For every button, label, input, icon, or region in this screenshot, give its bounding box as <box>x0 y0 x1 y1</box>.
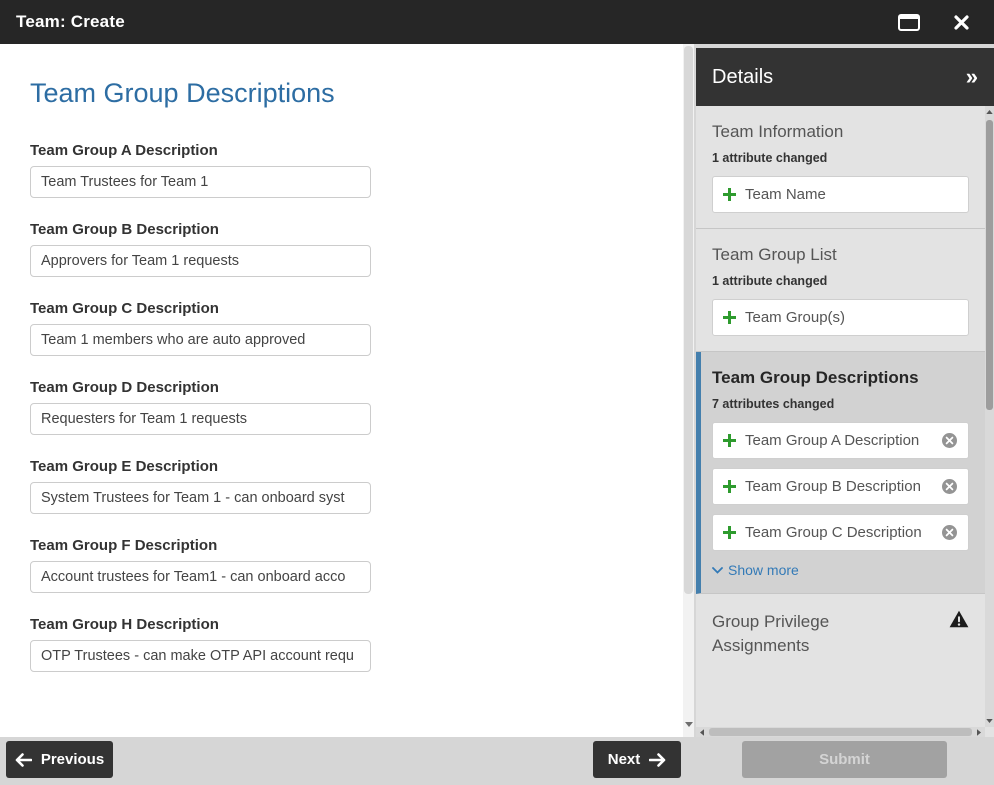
field-team-group-a: Team Group A Description <box>30 142 654 198</box>
plus-icon <box>723 526 736 539</box>
attribute-label: Team Group(s) <box>745 309 845 326</box>
footer-bar: Previous Next Submit <box>0 737 994 785</box>
details-panel: Team Information 1 attribute changed Tea… <box>696 106 994 737</box>
plus-icon <box>723 480 736 493</box>
section-team-group-descriptions: Team Group Descriptions 7 attributes cha… <box>696 352 985 594</box>
field-team-group-b: Team Group B Description <box>30 221 654 277</box>
collapse-panel-icon[interactable]: » <box>966 66 978 88</box>
attribute-chip-team-group-a-description[interactable]: Team Group A Description <box>712 422 969 459</box>
field-label-team-group-a: Team Group A Description <box>30 142 654 159</box>
attribute-label: Team Group C Description <box>745 524 922 541</box>
submit-button[interactable]: Submit <box>742 741 947 778</box>
maximize-icon <box>898 14 920 31</box>
attributes-changed-count: 1 attribute changed <box>712 151 969 165</box>
field-label-team-group-b: Team Group B Description <box>30 221 654 238</box>
details-title: Details <box>712 66 773 89</box>
plus-icon <box>723 188 736 201</box>
main-scrollbar-thumb[interactable] <box>684 46 693 594</box>
details-header: Details » <box>696 48 994 106</box>
previous-button[interactable]: Previous <box>6 741 113 778</box>
plus-icon <box>723 434 736 447</box>
window-controls <box>896 9 978 35</box>
maximize-button[interactable] <box>896 9 922 35</box>
field-label-team-group-f: Team Group F Description <box>30 537 654 554</box>
scroll-left-icon[interactable] <box>696 727 708 737</box>
field-label-team-group-e: Team Group E Description <box>30 458 654 475</box>
window-title: Team: Create <box>16 12 125 32</box>
field-team-group-d: Team Group D Description <box>30 379 654 435</box>
attributes-changed-count: 7 attributes changed <box>712 397 969 411</box>
field-label-team-group-d: Team Group D Description <box>30 379 654 396</box>
section-heading-team-group-list: Team Group List <box>712 245 969 265</box>
team-group-f-input[interactable] <box>30 561 371 593</box>
main-scrollbar[interactable] <box>683 44 694 737</box>
warning-icon <box>949 610 969 633</box>
close-button[interactable] <box>948 9 974 35</box>
section-team-information: Team Information 1 attribute changed Tea… <box>696 106 985 229</box>
details-scrollbar-thumb[interactable] <box>986 120 993 410</box>
field-team-group-c: Team Group C Description <box>30 300 654 356</box>
next-button[interactable]: Next <box>593 741 681 778</box>
team-group-c-input[interactable] <box>30 324 371 356</box>
chevron-down-icon <box>712 567 723 574</box>
attribute-label: Team Group A Description <box>745 432 919 449</box>
team-group-d-input[interactable] <box>30 403 371 435</box>
attribute-chip-team-name[interactable]: Team Name <box>712 176 969 213</box>
attribute-label: Team Group B Description <box>745 478 921 495</box>
page-title: Team Group Descriptions <box>30 78 654 109</box>
submit-label: Submit <box>819 751 870 768</box>
previous-label: Previous <box>41 751 104 768</box>
section-heading-team-information: Team Information <box>712 122 969 142</box>
scroll-down-icon[interactable] <box>683 717 694 731</box>
attribute-chip-team-group-b-description[interactable]: Team Group B Description <box>712 468 969 505</box>
remove-icon[interactable] <box>941 524 958 541</box>
team-group-e-input[interactable] <box>30 482 371 514</box>
field-team-group-f: Team Group F Description <box>30 537 654 593</box>
plus-icon <box>723 311 736 324</box>
next-label: Next <box>608 751 641 768</box>
show-more-label: Show more <box>728 562 799 578</box>
team-group-b-input[interactable] <box>30 245 371 277</box>
scroll-right-icon[interactable] <box>973 727 985 737</box>
details-scrollbar[interactable] <box>985 106 994 727</box>
section-heading-group-privilege-assignments: Group Privilege Assignments <box>712 610 880 658</box>
field-label-team-group-c: Team Group C Description <box>30 300 654 317</box>
field-team-group-h: Team Group H Description <box>30 616 654 672</box>
attributes-changed-count: 1 attribute changed <box>712 274 969 288</box>
remove-icon[interactable] <box>941 432 958 449</box>
remove-icon[interactable] <box>941 478 958 495</box>
arrow-right-icon <box>649 753 666 767</box>
arrow-left-icon <box>15 753 32 767</box>
show-more-link[interactable]: Show more <box>712 562 969 578</box>
attribute-label: Team Name <box>745 186 826 203</box>
attribute-chip-team-groups[interactable]: Team Group(s) <box>712 299 969 336</box>
titlebar: Team: Create <box>0 0 994 44</box>
section-heading-team-group-descriptions: Team Group Descriptions <box>712 368 969 388</box>
scroll-up-icon[interactable] <box>985 106 994 118</box>
field-label-team-group-h: Team Group H Description <box>30 616 654 633</box>
section-team-group-list: Team Group List 1 attribute changed Team… <box>696 229 985 352</box>
details-hscrollbar[interactable] <box>696 727 985 737</box>
section-group-privilege-assignments: Group Privilege Assignments <box>696 594 985 678</box>
team-group-a-input[interactable] <box>30 166 371 198</box>
team-group-h-input[interactable] <box>30 640 371 672</box>
attribute-chip-team-group-c-description[interactable]: Team Group C Description <box>712 514 969 551</box>
details-hscrollbar-thumb[interactable] <box>709 728 972 736</box>
field-team-group-e: Team Group E Description <box>30 458 654 514</box>
main-panel: Team Group Descriptions Team Group A Des… <box>0 44 694 737</box>
scroll-down-icon[interactable] <box>985 715 994 727</box>
close-icon <box>954 15 969 30</box>
